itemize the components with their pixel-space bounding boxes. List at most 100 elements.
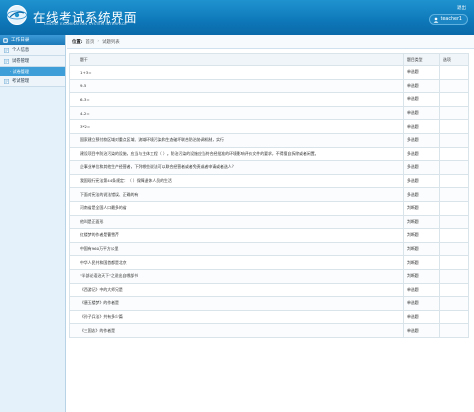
breadcrumb-separator: › (97, 39, 100, 44)
question-options-cell (439, 146, 469, 162)
question-type-cell: 单选题 (403, 282, 440, 298)
question-title-cell: 我国现行宪法第44条规定：（ ）保障退休人员的生活 (69, 173, 404, 189)
question-type-cell: 单选题 (403, 323, 440, 338)
table-row[interactable]: 《孙子兵法》共有多少篇 单选题 (69, 309, 469, 325)
question-title-cell: 4-2= (69, 105, 404, 121)
question-options-cell (439, 65, 469, 80)
table-header-row: 题干 题目类型 选项 (69, 53, 469, 66)
table-row[interactable]: 4-2= 单选题 (69, 105, 469, 121)
table-row[interactable]: 中华人民共和国首都是北京 判断题 (69, 255, 469, 270)
question-options-cell (439, 160, 469, 175)
table-row[interactable]: 我国现行宪法第44条规定：（ ）保障退休人员的生活 多选题 (69, 173, 469, 189)
question-type-cell: 多选题 (403, 146, 440, 162)
user-badge[interactable]: teacher1 (428, 14, 468, 25)
question-title-cell: 中国有960万平方公里 (69, 241, 404, 257)
question-title-cell: 6-3= (69, 92, 404, 107)
table-row[interactable]: 红楼梦的作者是曹雪芹 判断题 (69, 228, 469, 243)
question-type-cell: 判断题 (403, 241, 440, 257)
question-options-cell (439, 296, 469, 311)
question-options-cell (439, 187, 469, 202)
question-options-cell (439, 105, 469, 121)
question-title-cell: 1+3= (69, 65, 404, 80)
menu-grid-icon (3, 37, 8, 43)
table-row[interactable]: 建设项目中防治污染的设施，应当与主体工程（ ）。防治污染的设施应当符合经批准的环… (69, 146, 469, 162)
sidebar: 工作日录 个人信息 试卷管理 · 试卷管理 考试管理 (0, 35, 66, 412)
sidebar-item-exam-management[interactable]: 考试管理 (0, 76, 65, 87)
table-row[interactable]: 《唐玉楼梦》的作者是 单选题 (69, 296, 469, 311)
table-row[interactable]: 《三国志》的作者是 单选题 (69, 323, 469, 338)
breadcrumb-label: 位置: (72, 39, 83, 45)
sidebar-header: 工作日录 (0, 35, 65, 45)
question-options-cell (439, 200, 469, 216)
question-title-cell: 河南省是全国人口最多的省 (69, 200, 404, 216)
table-row[interactable]: 9-5 单选题 (69, 78, 469, 94)
question-title-cell: 企事业单位和其他生产经营者，下列哪些说法可以联合经营者或者免责或者申请或者选人？ (69, 160, 404, 175)
question-options-cell (439, 228, 469, 243)
column-header-options: 选项 (439, 53, 469, 66)
question-type-cell: 多选题 (403, 132, 440, 148)
globe-logo-icon (7, 5, 27, 25)
document-icon (4, 47, 9, 53)
table-row[interactable]: 河南省是全国人口最多的省 判断题 (69, 200, 469, 216)
question-options-cell (439, 323, 469, 338)
question-type-cell: 判断题 (403, 255, 440, 270)
table-row[interactable]: 企事业单位和其他生产经营者，下列哪些说法可以联合经营者或者免责或者申请或者选人？… (69, 160, 469, 175)
question-type-cell: 判断题 (403, 228, 440, 243)
question-title-cell: 他叫是正面形 (69, 214, 404, 230)
breadcrumb: 位置: 首页 › 试题列表 (67, 35, 474, 49)
document-icon (4, 58, 9, 64)
question-title-cell: 《三国志》的作者是 (69, 323, 404, 338)
question-options-cell (439, 132, 469, 148)
question-type-cell: 单选题 (403, 92, 440, 107)
sidebar-item-paper-management[interactable]: 试卷管理 (0, 56, 65, 67)
question-title-cell: 《唐玉楼梦》的作者是 (69, 296, 404, 311)
table-row[interactable]: 下面对宪法的说法错误、正确的有 多选题 (69, 187, 469, 202)
user-name: teacher1 (440, 17, 462, 22)
question-type-cell: 多选题 (403, 160, 440, 175)
document-icon (4, 78, 9, 84)
sidebar-header-label: 工作日录 (11, 38, 30, 43)
question-title-cell: 下面对宪法的说法错误、正确的有 (69, 187, 404, 202)
question-title-cell: 红楼梦的作者是曹雪芹 (69, 228, 404, 243)
question-table: 题干 题目类型 选项 1+3= 单选题 9-5 单选题 6-3= 单选题 4-2= 单选题 3*… (69, 53, 469, 338)
question-type-cell: 单选题 (403, 309, 440, 325)
exit-link[interactable]: 退出 (457, 5, 466, 11)
breadcrumb-home[interactable]: 首页 (86, 39, 95, 45)
user-icon (433, 17, 438, 23)
question-title-cell: 9-5 (69, 78, 404, 94)
question-options-cell (439, 92, 469, 107)
question-type-cell: 单选题 (403, 105, 440, 121)
table-body: 1+3= 单选题 9-5 单选题 6-3= 单选题 4-2= 单选题 3*2= 单选题 国家建立预付… (69, 65, 469, 338)
question-type-cell: 判断题 (403, 200, 440, 216)
question-type-cell: 单选题 (403, 78, 440, 94)
sidebar-subitem-paper-management[interactable]: · 试卷管理 (0, 67, 65, 76)
table-row[interactable]: "半部论语治天下"之说出自哪部书 判断题 (69, 268, 469, 284)
question-type-cell: 多选题 (403, 173, 440, 189)
question-options-cell (439, 119, 469, 134)
table-row[interactable]: 6-3= 单选题 (69, 92, 469, 107)
column-header-title: 题干 (69, 53, 404, 66)
sidebar-item-label: 试卷管理 (12, 59, 30, 64)
table-row[interactable]: 《西游记》中的大师兄是 单选题 (69, 282, 469, 298)
table-row[interactable]: 1+3= 单选题 (69, 65, 469, 80)
question-options-cell (439, 214, 469, 230)
question-title-cell: "半部论语治天下"之说出自哪部书 (69, 268, 404, 284)
question-title-cell: 《孙子兵法》共有多少篇 (69, 309, 404, 325)
question-title-cell: 国家建立预付款区域对重点区域、流域环境污染和生态破坏联合防治协调机制，实行 (69, 132, 404, 148)
question-type-cell: 判断题 (403, 268, 440, 284)
table-row[interactable]: 国家建立预付款区域对重点区域、流域环境污染和生态破坏联合防治协调机制，实行 多选题 (69, 132, 469, 148)
table-row[interactable]: 中国有960万平方公里 判断题 (69, 241, 469, 257)
question-options-cell (439, 282, 469, 298)
question-options-cell (439, 78, 469, 94)
question-options-cell (439, 173, 469, 189)
table-row[interactable]: 3*2= 单选题 (69, 119, 469, 134)
question-title-cell: 3*2= (69, 119, 404, 134)
sidebar-item-profile[interactable]: 个人信息 (0, 45, 65, 56)
question-title-cell: 中华人民共和国首都是北京 (69, 255, 404, 270)
table-row[interactable]: 他叫是正面形 判断题 (69, 214, 469, 230)
question-options-cell (439, 241, 469, 257)
question-type-cell: 单选题 (403, 65, 440, 80)
sidebar-item-label: 个人信息 (12, 48, 30, 53)
question-type-cell: 单选题 (403, 296, 440, 311)
question-options-cell (439, 309, 469, 325)
